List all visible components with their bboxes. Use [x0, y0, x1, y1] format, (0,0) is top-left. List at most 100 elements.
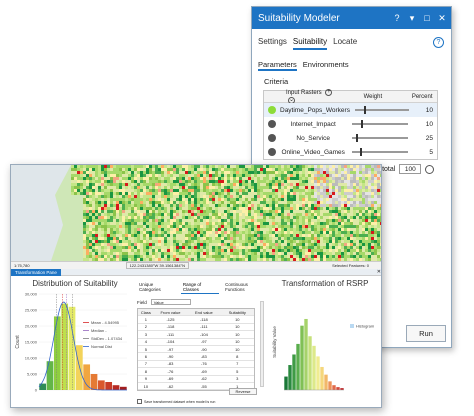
table-cell[interactable]: -76: [154, 369, 187, 374]
table-cell[interactable]: -97: [187, 339, 220, 344]
table-cell[interactable]: 10: [221, 324, 254, 329]
table-cell[interactable]: -97: [154, 347, 187, 352]
table-cell[interactable]: -90: [154, 354, 187, 359]
map-cell: [311, 198, 314, 201]
tab-settings[interactable]: Settings: [258, 37, 287, 50]
table-cell[interactable]: -125: [154, 317, 187, 322]
criterion-percent[interactable]: 10: [412, 121, 437, 128]
table-cell[interactable]: 7: [221, 361, 254, 366]
table-cell[interactable]: -62: [187, 376, 220, 381]
map-cell: [161, 228, 164, 231]
map-cell: [185, 195, 188, 198]
table-cell[interactable]: 8: [221, 354, 254, 359]
weight-slider[interactable]: [348, 146, 411, 158]
tab-transformation-pane[interactable]: Transformation Pane: [11, 269, 61, 276]
table-cell[interactable]: -118: [187, 317, 220, 322]
map-cell: [284, 192, 287, 195]
map-scale[interactable]: 1:75,780: [14, 263, 30, 268]
status-dot-icon[interactable]: [268, 120, 276, 128]
map-cell: [293, 210, 296, 213]
criteria-row[interactable]: Internet_Impact 10: [264, 117, 437, 131]
tab-continuous-functions[interactable]: Continuous Functions: [223, 281, 269, 294]
weight-slider[interactable]: [348, 132, 411, 144]
table-cell[interactable]: -69: [154, 376, 187, 381]
tab-range-of-classes[interactable]: Range of Classes: [180, 281, 220, 294]
save-transformed-option[interactable]: Save transformed dataset when model is r…: [137, 399, 215, 404]
table-scrollbar[interactable]: [260, 301, 264, 387]
save-checkbox[interactable]: [137, 399, 142, 404]
table-cell[interactable]: -104: [154, 339, 187, 344]
criteria-row[interactable]: Online_Video_Games 5: [264, 145, 437, 159]
help-icon[interactable]: ?: [391, 13, 403, 23]
table-cell[interactable]: 5: [221, 369, 254, 374]
close-icon[interactable]: ✕: [377, 269, 381, 276]
suitability-map[interactable]: [11, 165, 382, 261]
reverse-button[interactable]: Reverse: [229, 388, 257, 395]
table-cell[interactable]: 10: [221, 332, 254, 337]
tab-parameters[interactable]: Parameters: [258, 60, 297, 71]
table-cell[interactable]: 10: [221, 347, 254, 352]
table-cell[interactable]: -111: [154, 332, 187, 337]
tab-suitability[interactable]: Suitability: [292, 37, 328, 50]
info-icon[interactable]: [425, 164, 435, 174]
map-cell: [173, 207, 176, 210]
table-cell[interactable]: -83: [154, 361, 187, 366]
table-row[interactable]: 1 -125 -118 10: [138, 316, 254, 324]
table-cell[interactable]: -104: [187, 332, 220, 337]
map-cell: [299, 207, 302, 210]
run-button[interactable]: Run: [406, 325, 446, 342]
auto-hide-icon[interactable]: □: [421, 13, 433, 23]
map-cell: [323, 165, 326, 168]
criterion-percent[interactable]: 5: [412, 149, 437, 156]
question-icon[interactable]: ?: [433, 37, 444, 48]
table-row[interactable]: 8 -76 -69 5: [138, 368, 254, 376]
weight-slider[interactable]: [351, 104, 413, 116]
table-cell[interactable]: -83: [187, 354, 220, 359]
add-criterion-icon[interactable]: +: [325, 89, 333, 97]
table-cell[interactable]: -76: [187, 361, 220, 366]
criteria-row[interactable]: Daytime_Pops_Workers 10: [264, 103, 437, 117]
weight-slider-thumb[interactable]: [363, 106, 366, 114]
close-icon[interactable]: ✕: [436, 13, 448, 24]
weight-slider-thumb[interactable]: [355, 134, 358, 142]
table-cell[interactable]: -62: [154, 384, 187, 389]
status-dot-icon[interactable]: [268, 134, 276, 142]
weight-slider[interactable]: [348, 118, 411, 130]
options-dropdown-icon[interactable]: ▾: [406, 13, 418, 24]
table-cell[interactable]: 10: [221, 317, 254, 322]
map-cell: [269, 180, 272, 183]
status-dot-icon[interactable]: [268, 148, 276, 156]
field-dropdown[interactable]: Value: [150, 299, 191, 305]
table-cell[interactable]: -69: [187, 369, 220, 374]
table-cell[interactable]: 3: [221, 376, 254, 381]
tab-environments[interactable]: Environments: [303, 60, 349, 71]
table-cell[interactable]: 10: [221, 339, 254, 344]
table-cell[interactable]: -90: [187, 347, 220, 352]
weight-slider-thumb[interactable]: [360, 148, 363, 156]
criteria-row[interactable]: No_Service 25: [264, 131, 437, 145]
table-cell[interactable]: -55: [187, 384, 220, 389]
map-cell: [323, 213, 326, 216]
map-cell: [338, 180, 341, 183]
map-cell: [212, 183, 215, 186]
map-cell: [284, 180, 287, 183]
tab-locate[interactable]: Locate: [333, 37, 357, 50]
table-row[interactable]: 2 -118 -111 10: [138, 324, 254, 332]
table-row[interactable]: 4 -104 -97 10: [138, 339, 254, 346]
table-row[interactable]: 9 -69 -62 3: [138, 376, 254, 383]
map-view[interactable]: [11, 165, 382, 261]
status-dot-icon[interactable]: [268, 106, 276, 114]
table-cell: 6: [144, 354, 147, 360]
criterion-percent[interactable]: 10: [413, 107, 438, 114]
map-cell: [164, 201, 167, 204]
table-row[interactable]: 7 -83 -76 7: [138, 361, 254, 369]
table-cell[interactable]: -118: [154, 324, 187, 329]
table-row[interactable]: 3 -111 -104 10: [138, 331, 254, 339]
table-row[interactable]: 6 -90 -83 8: [138, 353, 254, 361]
table-cell[interactable]: -111: [187, 324, 220, 329]
criterion-percent[interactable]: 25: [412, 135, 437, 142]
table-row[interactable]: 5 -97 -90 10: [138, 346, 254, 354]
tab-unique-categories[interactable]: Unique Categories: [137, 281, 177, 294]
weight-slider-thumb[interactable]: [361, 120, 364, 128]
map-cell: [110, 216, 113, 219]
